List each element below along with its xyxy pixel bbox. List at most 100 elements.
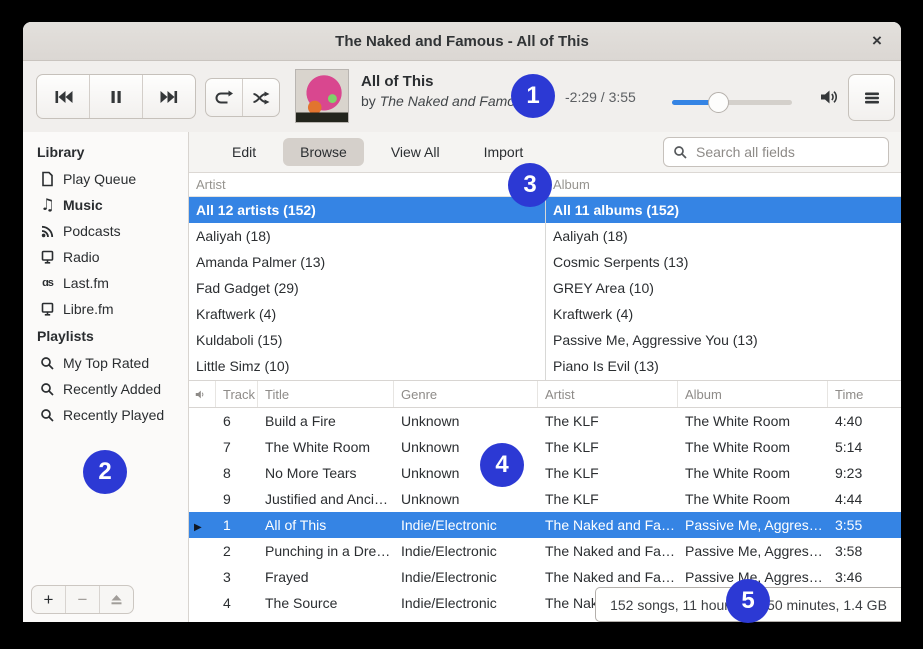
next-button[interactable]: [143, 75, 195, 118]
artist-pane: Artist All 12 artists (152)Aaliyah (18)A…: [189, 173, 546, 380]
pause-button[interactable]: [90, 75, 143, 118]
sidebar-item-recently-played[interactable]: Recently Played: [23, 402, 188, 428]
cell-time: 3:58: [828, 543, 901, 559]
search-box[interactable]: [663, 137, 889, 167]
view-all-button[interactable]: View All: [374, 138, 457, 166]
cell-artist: The Naked and Fa…: [538, 569, 678, 585]
playlist-actions: + −: [31, 585, 134, 614]
browser-row[interactable]: Cosmic Serpents (13): [546, 249, 901, 275]
browser-row[interactable]: Fad Gadget (29): [189, 275, 545, 301]
browser-row[interactable]: Piano Is Evil (13): [546, 353, 901, 379]
hamburger-icon: [861, 87, 883, 109]
column-header-genre[interactable]: Genre: [394, 381, 538, 407]
track-row[interactable]: 8No More TearsUnknownThe KLFThe White Ro…: [189, 460, 901, 486]
cell-album: The White Room: [678, 465, 828, 481]
volume-handle[interactable]: [708, 92, 729, 113]
browser-row[interactable]: Amanda Palmer (13): [189, 249, 545, 275]
mode-controls: [205, 78, 280, 117]
cell-genre: Indie/Electronic: [394, 517, 538, 533]
remove-playlist-button[interactable]: −: [66, 586, 100, 613]
sidebar-item-label: Radio: [63, 249, 100, 265]
cell-artist: The KLF: [538, 413, 678, 429]
cell-track: 3: [216, 569, 258, 585]
sidebar-item-podcasts[interactable]: Podcasts: [23, 218, 188, 244]
sidebar-item-label: Last.fm: [63, 275, 109, 291]
sidebar-item-last-fm[interactable]: ɑsLast.fm: [23, 270, 188, 296]
track-row[interactable]: 7The White RoomUnknownThe KLFThe White R…: [189, 434, 901, 460]
plus-icon: +: [44, 590, 54, 610]
browser-row[interactable]: Kraftwerk (4): [189, 301, 545, 327]
music-note-icon: ♫: [39, 197, 56, 213]
column-header-title[interactable]: Title: [258, 381, 394, 407]
cell-genre: Unknown: [394, 413, 538, 429]
close-button[interactable]: ×: [863, 27, 891, 55]
cell-title: Build a Fire: [258, 413, 394, 429]
sidebar-item-label: Libre.fm: [63, 301, 114, 317]
cell-time: 3:46: [828, 569, 901, 585]
now-playing-info: All of This by The Naked and Famous: [361, 72, 530, 111]
browser-row[interactable]: Aaliyah (18): [546, 223, 901, 249]
browser-row[interactable]: Kuldaboli (15): [189, 327, 545, 353]
repeat-button[interactable]: [206, 79, 243, 116]
column-header-time[interactable]: Time: [828, 381, 901, 407]
add-playlist-button[interactable]: +: [32, 586, 66, 613]
column-header-track[interactable]: Track: [216, 381, 258, 407]
cell-track: 9: [216, 491, 258, 507]
volume-slider[interactable]: [672, 92, 792, 112]
track-row[interactable]: 2Punching in a Dre…Indie/ElectronicThe N…: [189, 538, 901, 564]
previous-button[interactable]: [37, 75, 90, 118]
repeat-icon: [214, 88, 234, 108]
artist-pane-header: Artist: [189, 173, 545, 197]
track-row[interactable]: ▶1All of ThisIndie/ElectronicThe Naked a…: [189, 512, 901, 538]
browser-row[interactable]: All 12 artists (152): [189, 197, 545, 223]
playback-controls: [36, 74, 196, 119]
sidebar-item-recently-added[interactable]: Recently Added: [23, 376, 188, 402]
browse-toggle-button[interactable]: Browse: [283, 138, 364, 166]
browser-row[interactable]: All 11 albums (152): [546, 197, 901, 223]
browser-row[interactable]: GREY Area (10): [546, 275, 901, 301]
cell-artist: The KLF: [538, 439, 678, 455]
browser-row[interactable]: Passive Me, Aggressive You (13): [546, 327, 901, 353]
search-icon: [673, 145, 688, 160]
cell-title: Justified and Anci…: [258, 491, 394, 507]
browser-row[interactable]: Little Simz (10): [189, 353, 545, 379]
sidebar-item-label: Play Queue: [63, 171, 136, 187]
now-playing-icon: ▶: [194, 522, 202, 533]
shuffle-button[interactable]: [243, 79, 279, 116]
cell-genre: Unknown: [394, 491, 538, 507]
playing-column-icon[interactable]: [189, 381, 216, 407]
sidebar-playlists-list: My Top RatedRecently AddedRecently Playe…: [23, 350, 188, 428]
eject-icon: [109, 592, 124, 607]
sidebar-item-label: Music: [63, 197, 103, 213]
column-header-artist[interactable]: Artist: [538, 381, 678, 407]
library-browser: Artist All 12 artists (152)Aaliyah (18)A…: [189, 173, 901, 381]
player-toolbar: All of This by The Naked and Famous -2:2…: [23, 61, 901, 133]
sidebar-item-radio[interactable]: Radio: [23, 244, 188, 270]
cell-album: Passive Me, Aggres…: [678, 543, 828, 559]
now-playing-artist: by The Naked and Famous: [361, 92, 530, 111]
search-icon: [39, 408, 56, 423]
titlebar[interactable]: The Naked and Famous - All of This ×: [23, 22, 901, 61]
sidebar-item-music[interactable]: ♫ Music: [23, 192, 188, 218]
app-menu-button[interactable]: [848, 74, 895, 121]
import-button[interactable]: Import: [467, 138, 541, 166]
annotation-badge-3: 3: [508, 163, 552, 207]
search-input[interactable]: [694, 143, 868, 161]
track-row[interactable]: 6Build a FireUnknownThe KLFThe White Roo…: [189, 408, 901, 434]
eject-button[interactable]: [100, 586, 133, 613]
cell-track: 4: [216, 595, 258, 611]
sidebar-item-play-queue[interactable]: Play Queue: [23, 166, 188, 192]
browser-row[interactable]: Kraftwerk (4): [546, 301, 901, 327]
track-row[interactable]: 9Justified and Anci…UnknownThe KLFThe Wh…: [189, 486, 901, 512]
content-area: Library Play Queue♫MusicPodcastsRadioɑsL…: [23, 132, 901, 622]
sidebar: Library Play Queue♫MusicPodcastsRadioɑsL…: [23, 132, 189, 622]
browser-row[interactable]: Aaliyah (18): [189, 223, 545, 249]
speaker-icon[interactable]: [818, 86, 840, 108]
edit-button[interactable]: Edit: [215, 138, 273, 166]
sidebar-item-my-top-rated[interactable]: My Top Rated: [23, 350, 188, 376]
time-display: -2:29 / 3:55: [565, 89, 636, 105]
sidebar-item-libre-fm[interactable]: Libre.fm: [23, 296, 188, 322]
column-header-album[interactable]: Album: [678, 381, 828, 407]
cell-time: 5:14: [828, 439, 901, 455]
cell-title: The White Room: [258, 439, 394, 455]
